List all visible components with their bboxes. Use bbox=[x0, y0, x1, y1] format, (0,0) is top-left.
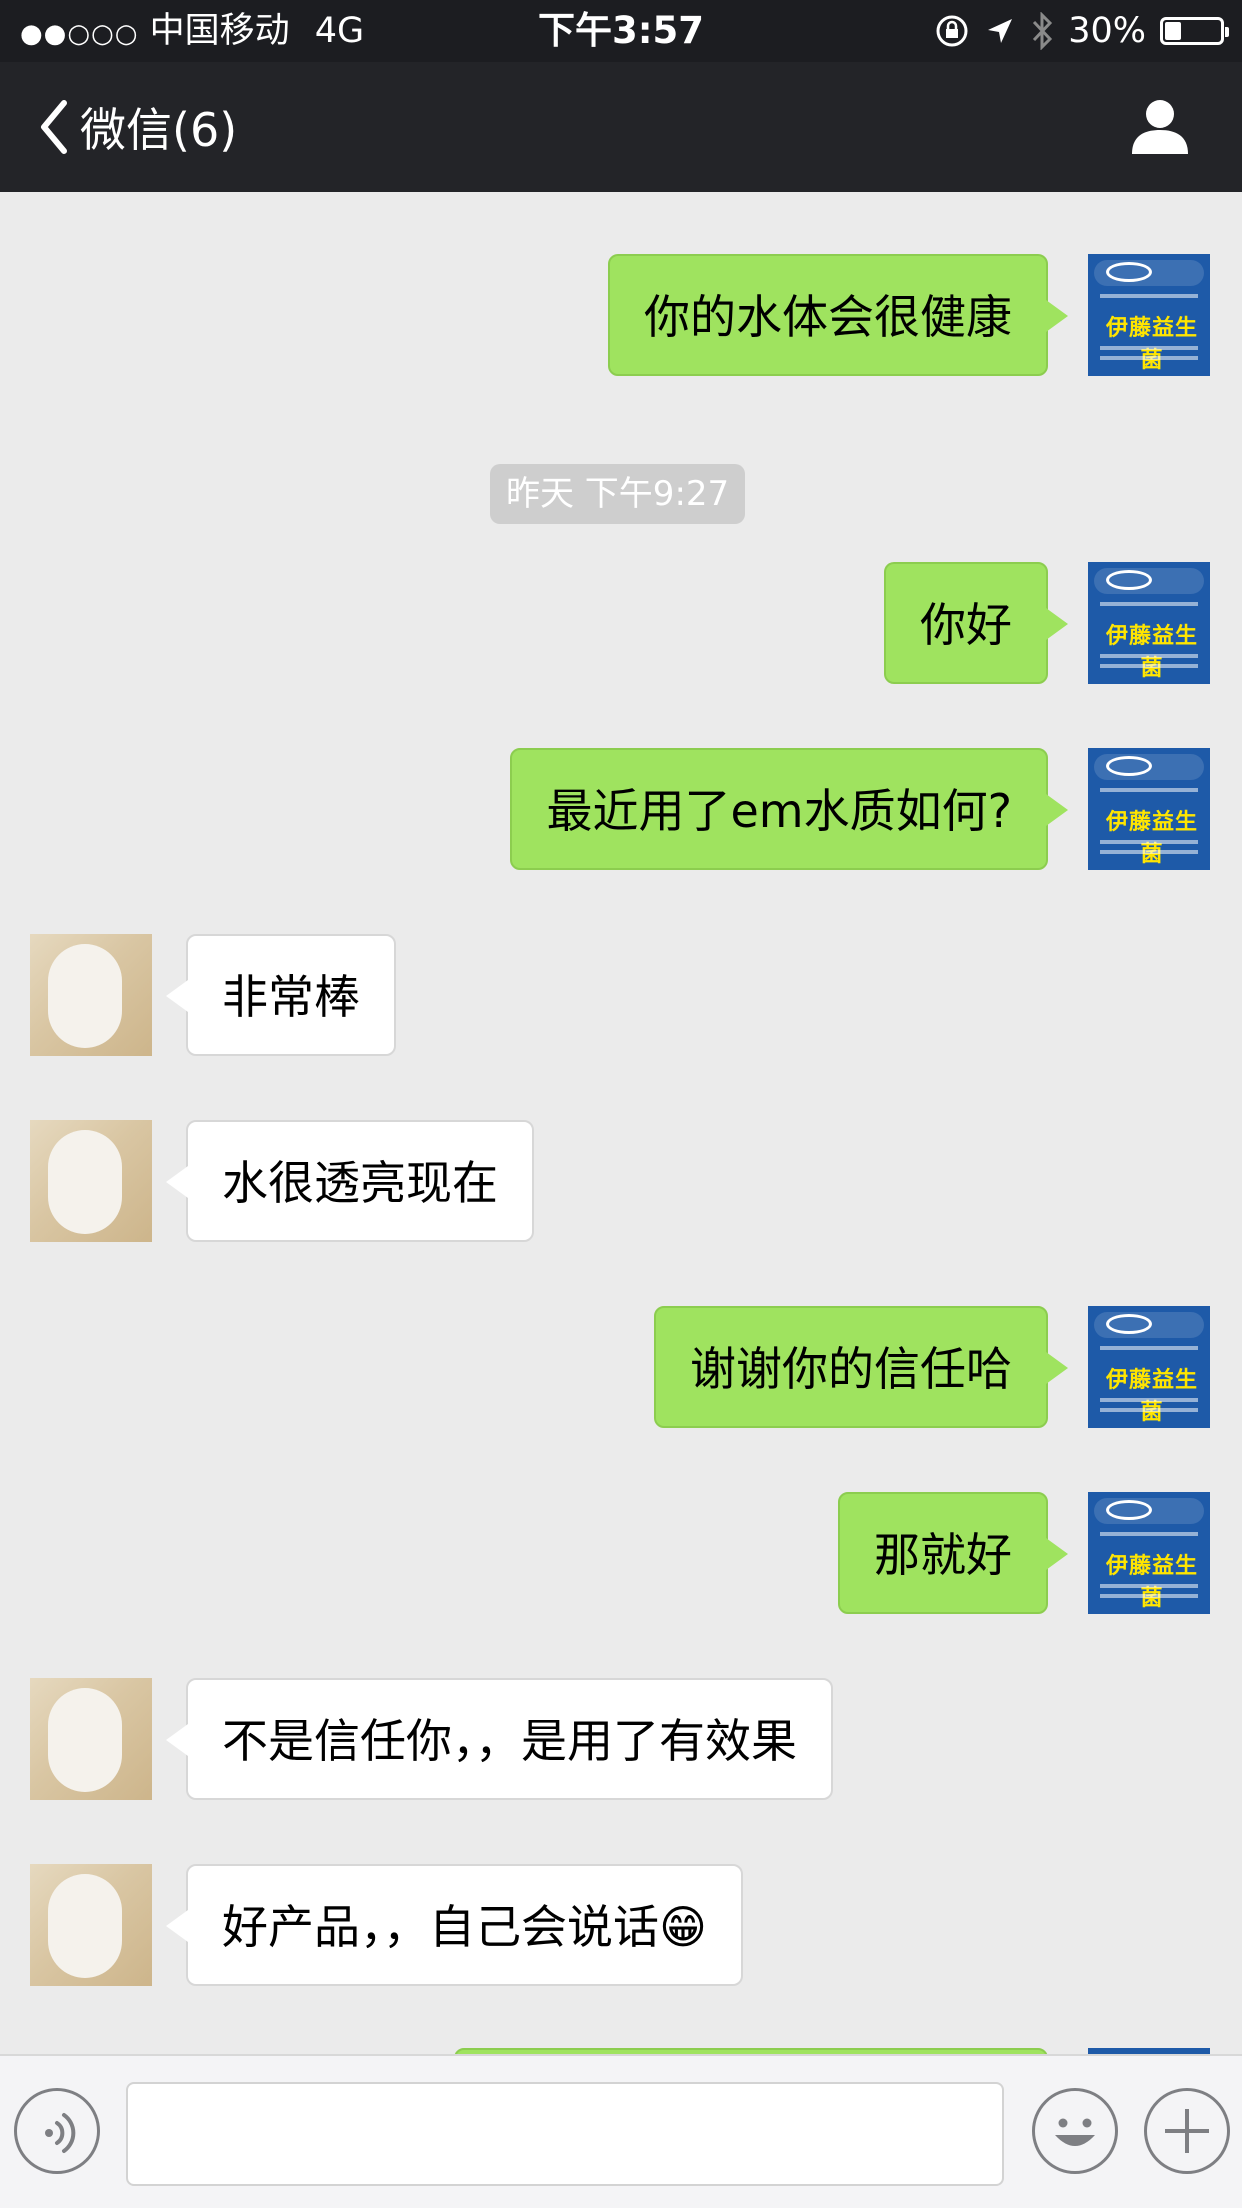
chat-info-button[interactable] bbox=[1130, 96, 1190, 156]
message-row: 那就好 伊藤益生菌 bbox=[0, 1492, 1242, 1614]
avatar-brand-text: 伊藤益生菌 bbox=[1105, 624, 1198, 681]
avatar[interactable]: 伊藤益生菌 bbox=[1088, 562, 1210, 684]
message-row: 好产品，，自己会说话😁 bbox=[0, 1864, 1242, 1986]
brand-logo-icon bbox=[1106, 756, 1152, 776]
message-row: 谢谢你的信任哈 伊藤益生菌 bbox=[0, 1306, 1242, 1428]
message-bubble-received[interactable]: 非常棒 bbox=[166, 934, 396, 1056]
avatar[interactable]: 伊藤益生菌 bbox=[1088, 254, 1210, 376]
plus-icon bbox=[1165, 2109, 1209, 2153]
avatar-brand-text: 伊藤益生菌 bbox=[1105, 1554, 1198, 1611]
bluetooth-icon bbox=[1033, 12, 1053, 50]
battery-icon bbox=[1160, 17, 1229, 45]
brand-logo-icon bbox=[1106, 262, 1152, 282]
nav-bar: 微信(6) bbox=[0, 62, 1242, 192]
message-input[interactable] bbox=[126, 2082, 1004, 2186]
message-row: 非常棒 bbox=[0, 934, 1242, 1056]
battery-fill bbox=[1165, 22, 1182, 40]
more-button[interactable] bbox=[1144, 2088, 1230, 2174]
message-bubble-sent[interactable]: 那就好 bbox=[838, 1492, 1068, 1614]
back-label: 微信(6) bbox=[80, 103, 238, 157]
brand-logo-icon bbox=[1106, 570, 1152, 590]
brand-logo-icon bbox=[1106, 1314, 1152, 1334]
avatar[interactable]: 伊藤益生菌 bbox=[1088, 748, 1210, 870]
back-button[interactable]: 微信(6) bbox=[36, 90, 237, 164]
brand-logo-icon bbox=[1106, 1500, 1152, 1520]
avatar[interactable] bbox=[30, 934, 152, 1056]
avatar[interactable] bbox=[30, 1120, 152, 1242]
message-bubble-sent[interactable]: 你的水体会很健康 bbox=[608, 254, 1068, 376]
message-bubble-sent[interactable]: 最近用了em水质如何? bbox=[510, 748, 1068, 870]
message-bubble-sent[interactable]: 谢谢你的信任哈 bbox=[654, 1306, 1068, 1428]
emoji-button[interactable] bbox=[1032, 2088, 1118, 2174]
message-row: 不是信任你，，是用了有效果 bbox=[0, 1678, 1242, 1800]
avatar[interactable] bbox=[30, 1864, 152, 1986]
chat-area[interactable]: 你的水体会很健康 伊藤益生菌 昨天 下午9:27 你好 伊藤益生菌 最近用了em… bbox=[0, 192, 1242, 2054]
chevron-left-icon bbox=[41, 100, 67, 154]
avatar[interactable] bbox=[30, 1678, 152, 1800]
status-right: 30% bbox=[934, 8, 1229, 54]
voice-button[interactable] bbox=[14, 2088, 100, 2174]
avatar-brand-text: 伊藤益生菌 bbox=[1105, 810, 1198, 867]
message-bubble-received[interactable]: 好产品，，自己会说话😁 bbox=[166, 1864, 743, 1986]
input-toolbar bbox=[0, 2054, 1242, 2208]
voice-icon bbox=[45, 2113, 76, 2153]
message-bubble-sent[interactable]: 你好 bbox=[884, 562, 1068, 684]
message-row: 最近用了em水质如何? 伊藤益生菌 bbox=[0, 748, 1242, 870]
message-row: 水很透亮现在 bbox=[0, 1120, 1242, 1242]
emoji-icon bbox=[1055, 2118, 1095, 2146]
message-row: 你的水体会很健康 伊藤益生菌 bbox=[0, 254, 1242, 376]
message-row: 你好 伊藤益生菌 bbox=[0, 562, 1242, 684]
message-bubble-received[interactable]: 水很透亮现在 bbox=[166, 1120, 534, 1242]
battery-percent: 30% bbox=[1068, 11, 1146, 51]
avatar-brand-text: 伊藤益生菌 bbox=[1105, 1368, 1198, 1425]
message-bubble-received[interactable]: 不是信任你，，是用了有效果 bbox=[166, 1678, 833, 1800]
timestamp: 昨天 下午9:27 bbox=[490, 464, 746, 524]
avatar-brand-text: 伊藤益生菌 bbox=[1105, 316, 1198, 373]
status-bar: ●●○○○ 中国移动 4G 下午3:57 30% bbox=[0, 0, 1242, 62]
location-icon bbox=[988, 19, 1013, 43]
avatar[interactable]: 伊藤益生菌 bbox=[1088, 1492, 1210, 1614]
rotation-lock-icon bbox=[936, 15, 968, 47]
avatar[interactable]: 伊藤益生菌 bbox=[1088, 1306, 1210, 1428]
person-icon bbox=[1132, 100, 1188, 154]
